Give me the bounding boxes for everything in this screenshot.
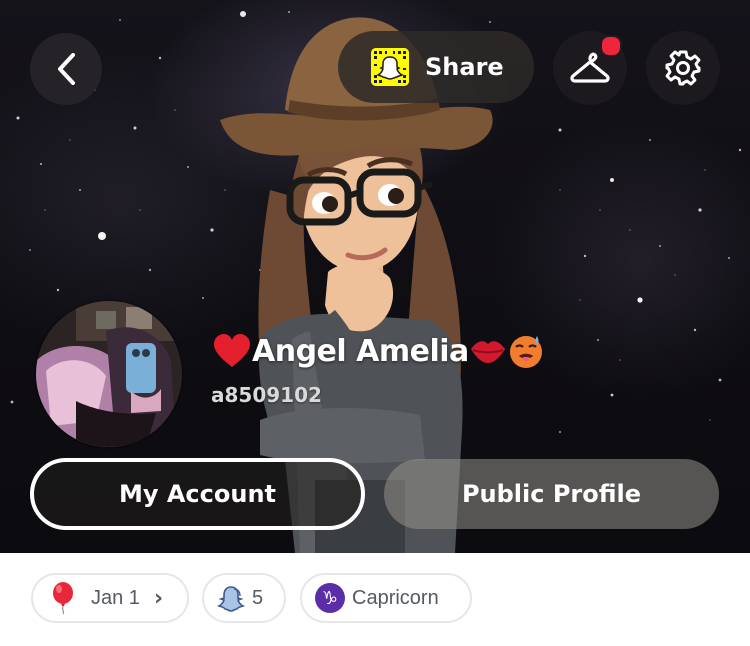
capricorn-icon: ♑: [315, 583, 345, 613]
zodiac-chip[interactable]: ♑ Capricorn: [300, 573, 472, 623]
profile-header-background: Share Angel Amelia a8509102 My Account P…: [0, 0, 750, 553]
share-button[interactable]: Share: [338, 31, 534, 103]
share-label: Share: [425, 53, 504, 81]
zodiac-label: Capricorn: [352, 586, 439, 609]
my-account-button[interactable]: My Account: [30, 458, 365, 530]
display-name: Angel Amelia: [212, 332, 545, 370]
notification-dot: [600, 35, 622, 57]
friends-count: 5: [252, 586, 264, 609]
chevron-left-icon: [58, 53, 75, 85]
public-profile-button[interactable]: Public Profile: [384, 459, 719, 529]
snapcode-icon: [371, 48, 409, 86]
red-heart-icon: [214, 334, 250, 367]
birthday-chip[interactable]: Jan 1 ›: [31, 573, 189, 623]
friends-chip[interactable]: 5: [202, 573, 286, 623]
balloon-icon: [53, 582, 73, 615]
ghost-icon: [216, 586, 246, 612]
outfit-button[interactable]: [553, 31, 627, 105]
settings-button[interactable]: [646, 31, 720, 105]
profile-photo[interactable]: [36, 301, 182, 447]
hot-face-icon: [509, 336, 542, 368]
gear-icon: [665, 50, 701, 86]
birthday-label: Jan 1: [91, 586, 140, 609]
kiss-lips-icon: [470, 341, 505, 363]
back-button[interactable]: [30, 33, 102, 105]
display-name-text: Angel Amelia: [252, 333, 469, 369]
username: a8509102: [211, 383, 322, 407]
chevron-right-icon: ›: [153, 585, 164, 611]
